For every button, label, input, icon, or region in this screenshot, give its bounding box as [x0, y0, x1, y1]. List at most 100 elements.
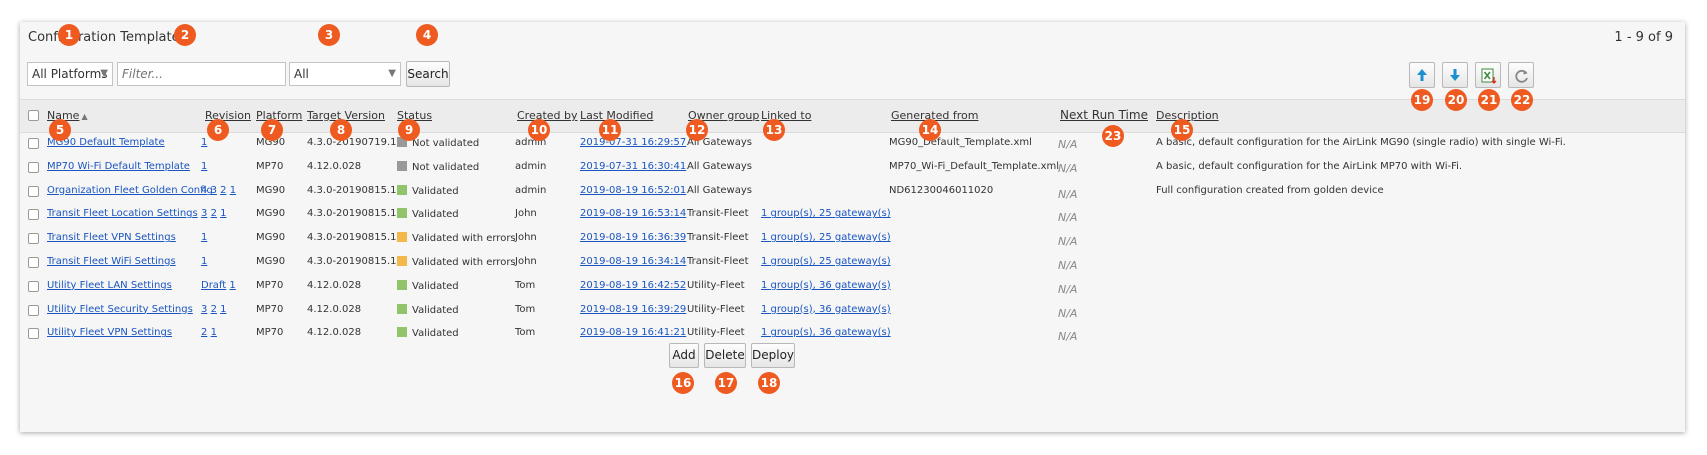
platform-select[interactable]: All Platforms ▼ — [27, 62, 113, 86]
template-name-link[interactable]: Organization Fleet Golden Config — [47, 185, 213, 196]
callout-badge: 4 — [416, 24, 438, 46]
linked-to-link[interactable]: 1 group(s), 36 gateway(s) — [761, 327, 891, 338]
next-run-time-cell: N/A — [1058, 259, 1078, 272]
target-version-cell: 4.12.0.028 — [307, 327, 362, 339]
next-run-time-cell: N/A — [1058, 138, 1078, 151]
template-name-link[interactable]: MP70 Wi-Fi Default Template — [47, 161, 190, 172]
deploy-button[interactable]: Deploy — [751, 343, 795, 368]
template-name-link[interactable]: Transit Fleet WiFi Settings — [47, 256, 176, 267]
last-modified-link[interactable]: 2019-08-19 16:52:01 — [580, 185, 686, 196]
linked-to-link[interactable]: 1 group(s), 36 gateway(s) — [761, 280, 891, 291]
row-checkbox[interactable] — [28, 185, 39, 197]
row-checkbox[interactable] — [28, 328, 39, 340]
revision-link[interactable]: 1 — [220, 304, 226, 315]
col-platform-header[interactable]: Platform — [256, 109, 302, 122]
revision-link[interactable]: 3 — [201, 304, 207, 315]
status-swatch — [397, 208, 407, 219]
config-templates-panel: Configuration Templates 1 - 9 of 9 All P… — [20, 22, 1685, 432]
created-by-cell: admin — [515, 160, 547, 172]
linked-to-link[interactable]: 1 group(s), 25 gateway(s) — [761, 232, 891, 243]
table-row: MP70 Wi-Fi Default Template 1 MP70 4.12.0.0… — [20, 156, 1685, 180]
export-button[interactable] — [1475, 62, 1501, 88]
col-created-by-header[interactable]: Created by — [517, 109, 578, 122]
sort-asc-icon: ▲ — [81, 112, 88, 121]
last-modified-link[interactable]: 2019-07-31 16:30:41 — [580, 161, 686, 172]
last-modified-link[interactable]: 2019-08-19 16:53:14 — [580, 208, 686, 219]
add-button[interactable]: Add — [669, 343, 699, 368]
last-modified-link[interactable]: 2019-08-19 16:36:39 — [580, 232, 686, 243]
revision-link[interactable]: 3 — [211, 185, 217, 196]
revision-link[interactable]: Draft — [201, 280, 226, 291]
callout-badge: 18 — [758, 372, 780, 394]
move-down-button[interactable] — [1442, 62, 1468, 88]
refresh-button[interactable] — [1508, 62, 1534, 88]
callout-badge: 22 — [1511, 89, 1533, 111]
linked-to-link[interactable]: 1 group(s), 36 gateway(s) — [761, 304, 891, 315]
select-all-checkbox[interactable] — [28, 110, 39, 121]
row-checkbox[interactable] — [28, 233, 39, 245]
col-last-modified-header[interactable]: Last Modified — [580, 109, 653, 122]
arrow-down-icon — [1450, 69, 1460, 81]
next-run-time-cell: N/A — [1058, 330, 1078, 344]
revision-link[interactable]: 1 — [201, 137, 207, 148]
page-title: Configuration Templates — [28, 30, 187, 45]
row-checkbox[interactable] — [28, 209, 39, 221]
next-run-time-cell: N/A — [1058, 235, 1078, 249]
template-name-link[interactable]: Utility Fleet Security Settings — [47, 304, 193, 315]
row-checkbox[interactable] — [28, 257, 39, 268]
callout-badge: 20 — [1445, 89, 1467, 111]
col-next-run-time-header[interactable]: Next Run Time — [1060, 108, 1148, 122]
target-version-cell: 4.12.0.028 — [307, 279, 362, 291]
row-checkbox[interactable] — [28, 280, 39, 292]
template-name-link[interactable]: Transit Fleet VPN Settings — [47, 232, 176, 243]
last-modified-link[interactable]: 2019-08-19 16:42:52 — [580, 280, 686, 291]
revision-link[interactable]: 2 — [211, 208, 217, 219]
next-run-time-cell: N/A — [1058, 306, 1078, 320]
callout-badge: 6 — [207, 119, 229, 141]
next-run-time-cell: N/A — [1058, 211, 1078, 225]
revision-link[interactable]: 1 — [220, 208, 226, 219]
revision-cell: 2 1 — [201, 327, 217, 338]
next-run-time-cell: N/A — [1058, 161, 1078, 175]
callout-badge: 16 — [672, 372, 694, 394]
template-name-link[interactable]: Utility Fleet LAN Settings — [47, 280, 172, 291]
last-modified-link[interactable]: 2019-08-19 16:34:14 — [580, 256, 686, 267]
row-checkbox[interactable] — [28, 138, 39, 149]
revision-link[interactable]: 1 — [201, 161, 207, 172]
search-button[interactable]: Search — [406, 61, 450, 87]
revision-link[interactable]: 2 — [220, 185, 226, 196]
revision-link[interactable]: 2 — [211, 304, 217, 315]
revision-link[interactable]: 3 — [201, 208, 207, 219]
revision-link[interactable]: 2 — [201, 327, 207, 338]
target-version-cell: 4.12.0.028 — [307, 303, 362, 315]
linked-to-link[interactable]: 1 group(s), 25 gateway(s) — [761, 256, 891, 267]
callout-badge: 9 — [398, 119, 420, 141]
revision-link[interactable]: 4 — [201, 185, 207, 196]
revision-link[interactable]: 1 — [229, 280, 235, 291]
template-name-link[interactable]: Utility Fleet VPN Settings — [47, 327, 172, 338]
revision-cell: 4 3 2 1 — [201, 185, 236, 196]
status-cell: Validated — [397, 327, 459, 339]
revision-link[interactable]: 1 — [201, 256, 207, 267]
linked-to-link[interactable]: 1 group(s), 25 gateway(s) — [761, 208, 891, 219]
revision-link[interactable]: 1 — [230, 185, 236, 196]
owner-group-cell: All Gateways — [687, 184, 752, 196]
owner-group-cell: Transit-Fleet — [687, 256, 749, 267]
last-modified-link[interactable]: 2019-07-31 16:29:57 — [580, 137, 686, 148]
revision-link[interactable]: 1 — [201, 232, 207, 243]
delete-button[interactable]: Delete — [704, 343, 746, 368]
revision-cell: 3 2 1 — [201, 208, 227, 219]
callout-badge: 7 — [261, 119, 283, 141]
filter-input[interactable] — [117, 62, 286, 86]
status-swatch — [397, 256, 407, 266]
row-checkbox[interactable] — [28, 161, 39, 173]
status-select[interactable]: All ▼ — [289, 62, 401, 86]
last-modified-link[interactable]: 2019-08-19 16:39:29 — [580, 304, 686, 315]
row-checkbox[interactable] — [28, 304, 39, 316]
move-up-button[interactable] — [1409, 62, 1435, 88]
description-cell: Full configuration created from golden d… — [1156, 184, 1384, 196]
last-modified-link[interactable]: 2019-08-19 16:41:21 — [580, 327, 686, 338]
revision-link[interactable]: 1 — [211, 327, 217, 338]
template-name-link[interactable]: Transit Fleet Location Settings — [47, 208, 198, 219]
platform-cell: MP70 — [256, 279, 284, 291]
